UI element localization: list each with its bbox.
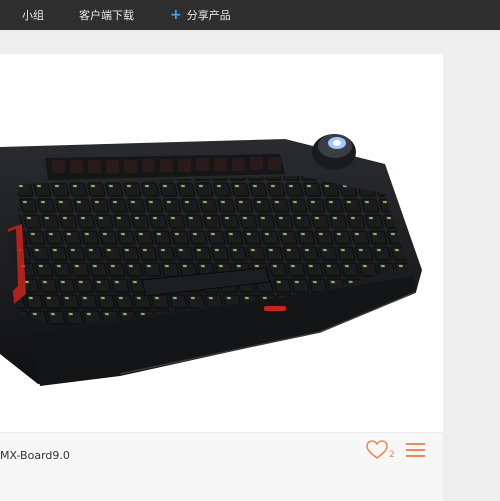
heart-icon bbox=[366, 440, 388, 460]
product-image[interactable] bbox=[0, 54, 443, 432]
nav-share-product-link[interactable]: + 分享产品 bbox=[170, 7, 231, 23]
nav-share-label: 分享产品 bbox=[186, 9, 231, 22]
top-navigation-bar: 小组 客户端下载 + 分享产品 bbox=[0, 0, 500, 30]
like-button[interactable]: 2 bbox=[366, 440, 398, 464]
plus-icon: + bbox=[170, 7, 182, 23]
menu-button[interactable] bbox=[406, 441, 426, 459]
product-name[interactable]: MX-Board9.0 bbox=[0, 449, 70, 462]
nav-client-download-link[interactable]: 客户端下载 bbox=[79, 7, 134, 23]
like-count: 2 bbox=[389, 450, 395, 460]
nav-client-download-label: 客户端下载 bbox=[79, 9, 134, 22]
menu-icon bbox=[406, 443, 425, 445]
keyboard-photo bbox=[0, 134, 422, 386]
nav-group-label: 小组 bbox=[22, 9, 44, 22]
product-card: MX-Board9.0 2 bbox=[0, 54, 443, 501]
product-footer: MX-Board9.0 2 bbox=[0, 432, 443, 501]
nav-group-link[interactable]: 小组 bbox=[22, 7, 44, 23]
